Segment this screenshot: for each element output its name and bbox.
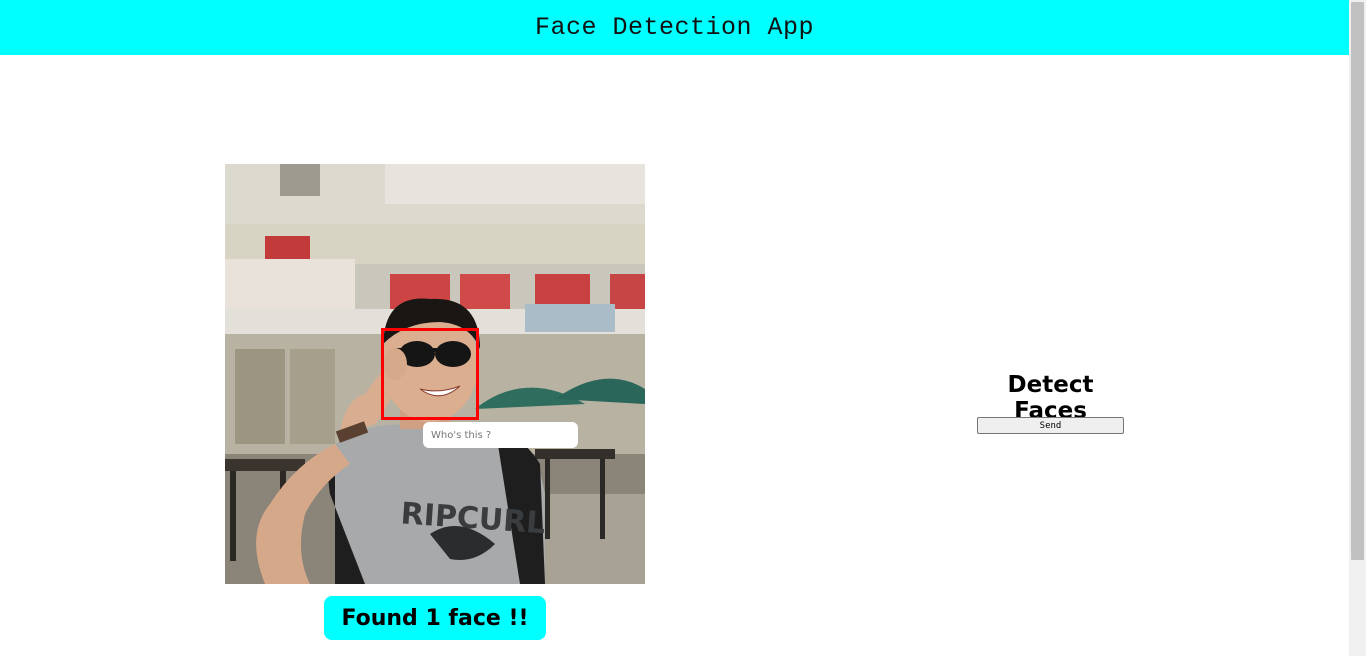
app-title: Face Detection App xyxy=(534,13,815,42)
app-header: Face Detection App xyxy=(0,0,1349,55)
face-name-input[interactable] xyxy=(423,422,578,448)
faces-found-label: Found 1 face !! xyxy=(341,605,529,631)
uploaded-photo: RIPCURL xyxy=(225,164,645,584)
page-scrollbar[interactable] xyxy=(1349,0,1366,656)
face-bounding-box xyxy=(381,328,479,420)
scrollbar-thumb[interactable] xyxy=(1351,2,1364,560)
faces-found-badge: Found 1 face !! xyxy=(324,596,546,640)
send-button[interactable]: Send xyxy=(977,417,1124,434)
